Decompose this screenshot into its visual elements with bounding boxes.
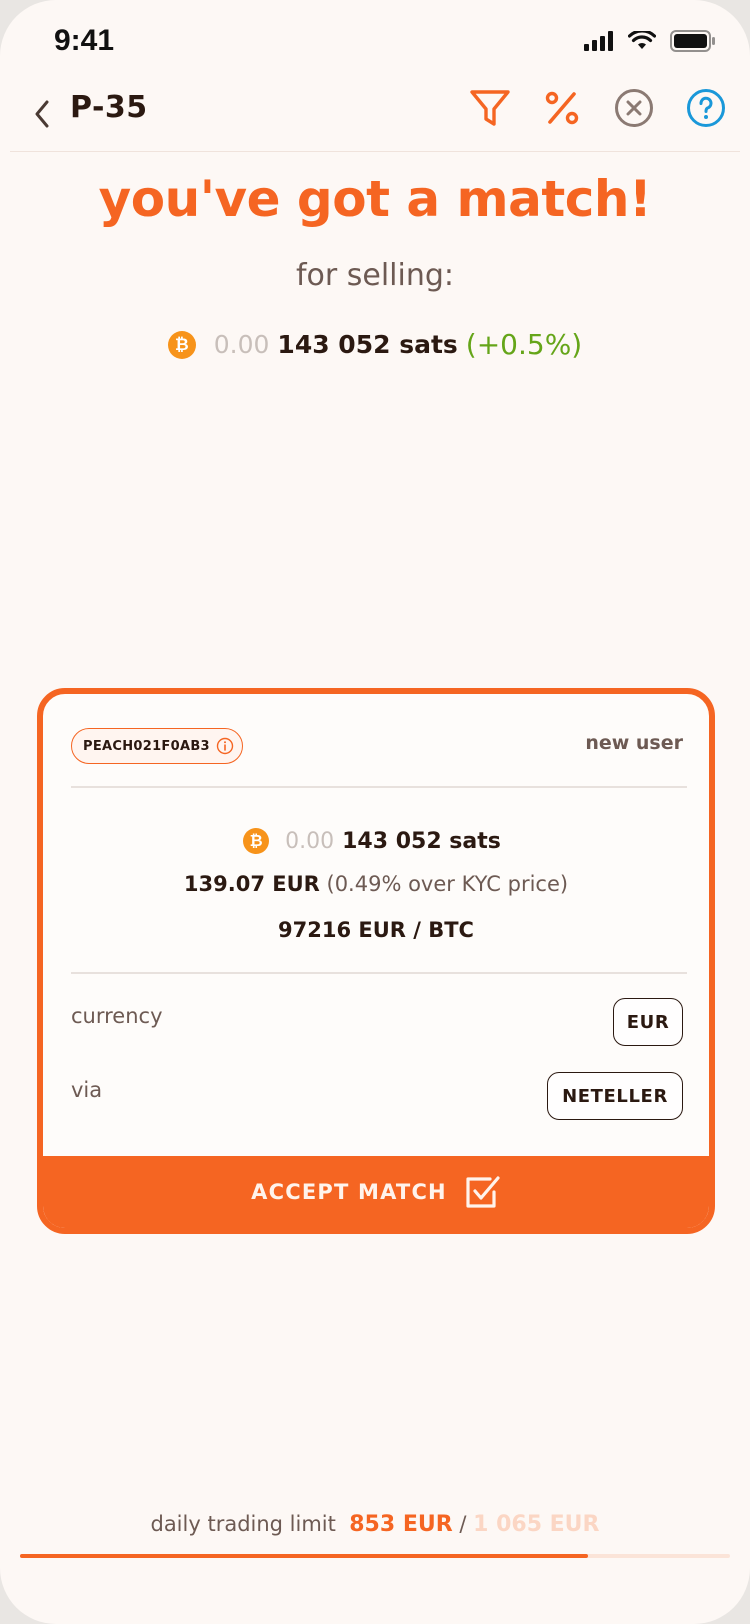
match-headline: you've got a match!	[98, 170, 652, 228]
offer-amount: ₿ 0.00 143 052 sats (+0.5%)	[0, 328, 750, 361]
card-amount-zeros: 0.00	[285, 828, 335, 854]
card-divider-bottom	[71, 972, 687, 974]
limit-total: 1 065 EUR	[473, 1512, 600, 1537]
status-icons	[584, 30, 716, 52]
accept-match-button[interactable]: ACCEPT MATCH	[43, 1156, 709, 1228]
battery-icon	[670, 30, 715, 52]
limit-label: daily trading limit	[150, 1512, 336, 1536]
amount-premium: (+0.5%)	[465, 328, 583, 361]
status-time: 9:41	[54, 24, 115, 57]
signal-icon	[584, 31, 613, 51]
info-icon	[216, 737, 234, 755]
match-subhead: for selling:	[295, 258, 455, 293]
card-amount-sats: 143 052 sats	[342, 828, 501, 854]
phone-screen: 9:41 P-35 you've got a match! for sellin…	[0, 0, 750, 1624]
daily-trading-limit: daily trading limit 853 EUR / 1 065 EUR	[0, 1512, 750, 1537]
bitcoin-icon: ₿	[243, 828, 270, 854]
chevron-left-icon	[35, 100, 49, 128]
premium-button[interactable]	[540, 86, 584, 130]
payment-method-pill[interactable]: NETELLER	[547, 1072, 683, 1120]
percent-icon	[545, 91, 579, 125]
limit-used: 853 EUR	[349, 1512, 453, 1537]
circle-x-icon	[615, 89, 653, 127]
accept-match-label: ACCEPT MATCH	[251, 1180, 447, 1204]
fiat-amount: 139.07 EUR	[183, 872, 320, 896]
back-button[interactable]	[26, 94, 58, 134]
amount-sats: 143 052 sats	[277, 330, 458, 359]
amount-zeros: 0.00	[213, 330, 270, 359]
limit-progress-fill	[20, 1554, 588, 1558]
kyc-note: (0.49% over KYC price)	[326, 872, 569, 896]
help-circle-icon	[687, 89, 725, 127]
currency-label: currency	[71, 1004, 163, 1028]
via-label: via	[71, 1078, 103, 1102]
limit-progress-track	[20, 1554, 730, 1558]
currency-pill[interactable]: EUR	[613, 998, 683, 1046]
header-divider	[10, 151, 740, 152]
cancel-offer-button[interactable]	[612, 86, 656, 130]
checkbox-icon	[466, 1176, 500, 1208]
limit-separator: /	[459, 1512, 467, 1536]
wifi-icon	[628, 31, 656, 49]
help-button[interactable]	[684, 86, 728, 130]
card-amount: ₿ 0.00 143 052 sats	[43, 828, 709, 854]
match-card: PEACH021F0AB3 new user ₿ 0.00 143 052 sa…	[37, 688, 715, 1234]
status-bar: 9:41	[0, 0, 750, 84]
btc-rate: 97216 EUR / BTC	[278, 918, 474, 942]
filter-button[interactable]	[468, 86, 512, 130]
filter-icon	[470, 90, 510, 126]
user-id: PEACH021F0AB3	[83, 738, 210, 754]
card-price: 139.07 EUR (0.49% over KYC price)	[43, 872, 709, 896]
card-divider-top	[71, 786, 687, 788]
page-title: P-35	[70, 90, 148, 125]
user-id-chip[interactable]: PEACH021F0AB3	[71, 728, 243, 764]
bitcoin-icon: ₿	[167, 330, 196, 359]
app-header: P-35	[0, 84, 750, 152]
user-status: new user	[585, 732, 683, 754]
header-actions	[468, 86, 728, 130]
